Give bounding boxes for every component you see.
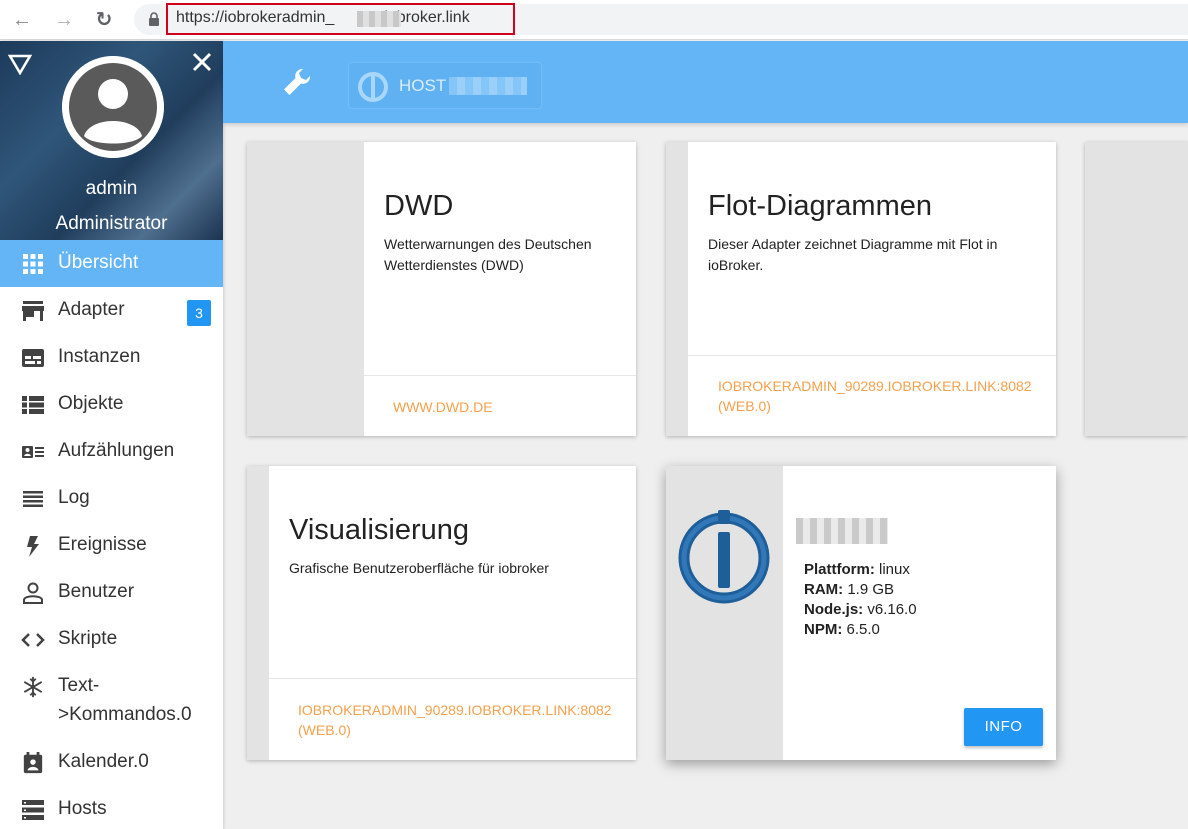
sidebar-item-label: Adapter — [58, 299, 125, 320]
adapter-update-badge: 3 — [187, 300, 211, 326]
host-label: HOST — [399, 76, 447, 95]
avatar — [62, 56, 164, 158]
sidebar-item-uebersicht[interactable]: Übersicht — [0, 240, 223, 287]
forward-arrow-icon[interactable]: → — [52, 8, 76, 32]
sidebar-item-label: Übersicht — [58, 252, 139, 273]
log-icon — [23, 491, 43, 507]
card-title: Visualisierung — [289, 514, 470, 546]
card-image-area — [247, 142, 364, 436]
info-button[interactable]: INFO — [964, 708, 1043, 746]
sidebar-item-label: Skripte — [58, 628, 118, 649]
sidebar-item-label: Text- — [58, 675, 100, 696]
sidebar-item-label: Aufzählungen — [58, 440, 175, 461]
iobroker-logo-icon — [358, 72, 388, 102]
sidebar-item-label: Instanzen — [58, 346, 141, 367]
wrench-icon[interactable] — [281, 66, 313, 98]
sidebar-item-label: Log — [58, 487, 90, 508]
card-title: Flot-Diagrammen — [708, 190, 932, 222]
top-header: HOST — [223, 41, 1188, 123]
host-name-redacted — [449, 77, 527, 95]
sidebar-item-label-line2: >Kommandos.0 — [58, 704, 192, 725]
card-description: Dieser Adapter zeichnet Diagramme mit Fl… — [708, 236, 998, 273]
list-icon — [22, 396, 44, 414]
sidebar-item-label: Ereignisse — [58, 534, 147, 555]
instances-icon — [22, 349, 44, 367]
card-divider — [269, 678, 636, 679]
host-name-redacted — [796, 518, 888, 544]
sidebar-item-label: Objekte — [58, 393, 124, 414]
store-icon — [22, 301, 44, 321]
sidebar-item-label: Benutzer — [58, 581, 135, 602]
card-description: Wetterwarnungen des Deutschen Wetterdien… — [384, 236, 592, 273]
card-title: DWD — [384, 190, 454, 222]
snowflake-icon — [23, 676, 43, 698]
user-icon — [23, 582, 43, 604]
grid-icon — [23, 254, 43, 274]
sidebar-item-log[interactable]: Log — [0, 475, 223, 522]
sidebar-item-objekte[interactable]: Objekte — [0, 381, 223, 428]
sidebar-item-aufzaehlungen[interactable]: Aufzählungen — [0, 428, 223, 475]
triangle-logo-icon[interactable] — [8, 53, 32, 75]
card-link[interactable]: IOBROKERADMIN_90289.IOBROKER.LINK:8082 (… — [718, 376, 1032, 416]
calendar-icon — [23, 752, 43, 774]
sidebar-item-instanzen[interactable]: Instanzen — [0, 334, 223, 381]
card-divider — [364, 375, 636, 376]
sidebar-item-skripte[interactable]: Skripte — [0, 616, 223, 663]
iobroker-logo-icon — [678, 510, 770, 604]
sidebar-item-benutzer[interactable]: Benutzer — [0, 569, 223, 616]
sidebar-item-label: Hosts — [58, 798, 107, 819]
adapter-card-vis: Visualisierung Grafische Benutzeroberflä… — [247, 466, 636, 760]
url-text[interactable]: https://iobrokeradmin_ iobroker.link — [176, 9, 470, 27]
card-image-area — [247, 466, 269, 760]
sidebar: admin Administrator Übersicht Adapter 3 … — [0, 41, 223, 829]
sidebar-item-hosts[interactable]: Hosts — [0, 786, 223, 829]
card-link[interactable]: IOBROKERADMIN_90289.IOBROKER.LINK:8082 (… — [298, 700, 612, 740]
reload-icon[interactable]: ↻ — [92, 8, 116, 32]
url-redacted — [357, 11, 401, 27]
host-card: Plattform: linux RAM: 1.9 GB Node.js: v6… — [666, 466, 1056, 760]
host-details: Plattform: linux RAM: 1.9 GB Node.js: v6… — [804, 561, 917, 638]
card-link[interactable]: WWW.DWD.DE — [393, 397, 493, 417]
enum-icon — [22, 446, 44, 458]
profile-panel: admin Administrator — [0, 41, 223, 240]
host-selector-button[interactable]: HOST — [349, 63, 541, 108]
code-icon — [21, 633, 45, 647]
user-name: admin — [85, 178, 138, 199]
bolt-icon — [27, 536, 39, 557]
card-divider — [688, 355, 1056, 356]
card-image-area — [666, 142, 688, 436]
adapter-card-dwd: DWD Wetterwarnungen des Deutschen Wetter… — [247, 142, 636, 436]
adapter-card-partial — [1085, 142, 1188, 436]
close-icon[interactable] — [191, 51, 213, 73]
adapter-card-flot: Flot-Diagrammen Dieser Adapter zeichnet … — [666, 142, 1056, 436]
sidebar-item-text-kommandos[interactable]: Text- >Kommandos.0 — [0, 663, 223, 739]
lock-icon — [149, 12, 159, 26]
browser-toolbar: ← → ↻ https://iobrokeradmin_ iobroker.lin… — [0, 0, 1188, 40]
back-arrow-icon[interactable]: ← — [10, 8, 34, 32]
sidebar-item-kalender[interactable]: Kalender.0 — [0, 739, 223, 786]
hosts-icon — [22, 800, 44, 820]
user-avatar-icon — [62, 56, 164, 158]
sidebar-item-label: Kalender.0 — [58, 751, 149, 772]
user-role: Administrator — [55, 213, 168, 234]
card-description: Grafische Benutzeroberfläche für iobroke… — [289, 560, 549, 576]
sidebar-item-ereignisse[interactable]: Ereignisse — [0, 522, 223, 569]
